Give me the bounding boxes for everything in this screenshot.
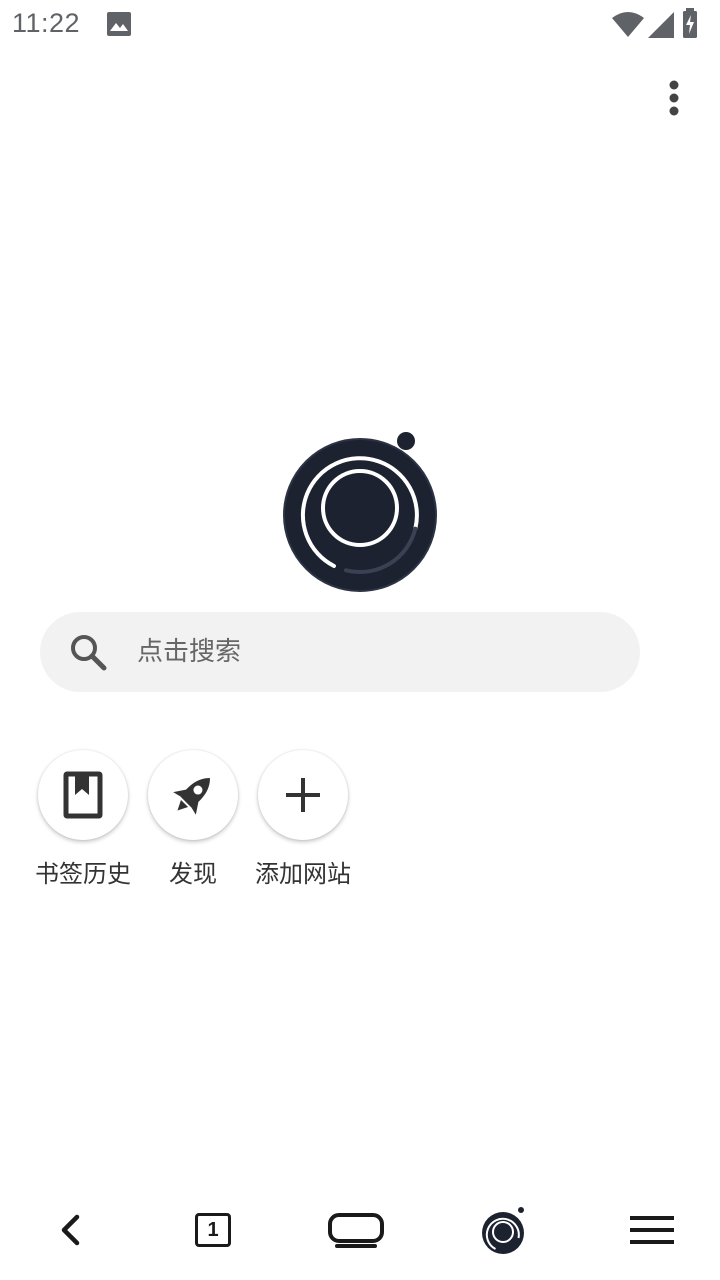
image-icon [107,12,131,36]
main-menu-button[interactable] [604,1180,700,1280]
battery-charging-icon [683,8,697,38]
search-placeholder: 点击搜索 [137,637,242,667]
rocket-icon [173,778,210,815]
overflow-menu-button[interactable] [654,76,694,120]
window-button[interactable] [308,1180,404,1280]
status-right-icons [608,8,708,40]
shortcut-circle [148,750,238,840]
bottom-navigation: 1 [0,1180,720,1280]
more-vert-icon [669,80,679,116]
tabs-button[interactable]: 1 [165,1180,261,1280]
search-bar[interactable]: 点击搜索 [40,612,640,692]
status-time: 11:22 [12,8,81,38]
back-button[interactable] [22,1180,118,1280]
signal-icon [648,12,674,38]
shortcut-add-site[interactable]: 添加网站 [248,750,358,900]
shortcut-circle [38,750,128,840]
home-logo-icon [482,1207,524,1254]
search-icon [71,635,107,671]
shortcut-bookmarks-history[interactable]: 书签历史 [28,750,138,900]
tab-count: 1 [207,1218,219,1241]
browser-logo-icon [283,432,437,592]
shortcut-circle [258,750,348,840]
plus-icon [286,778,320,812]
tabs-icon: 1 [195,1213,231,1247]
hamburger-menu-icon [630,1216,674,1244]
status-bar: 11:22 [0,0,720,48]
home-button[interactable] [457,1180,553,1280]
back-icon [61,1214,80,1246]
shortcut-discover[interactable]: 发现 [138,750,248,900]
bookmark-icon [63,771,103,819]
shortcut-label: 添加网站 [255,860,351,888]
wifi-icon [612,12,644,37]
window-icon [328,1213,384,1248]
